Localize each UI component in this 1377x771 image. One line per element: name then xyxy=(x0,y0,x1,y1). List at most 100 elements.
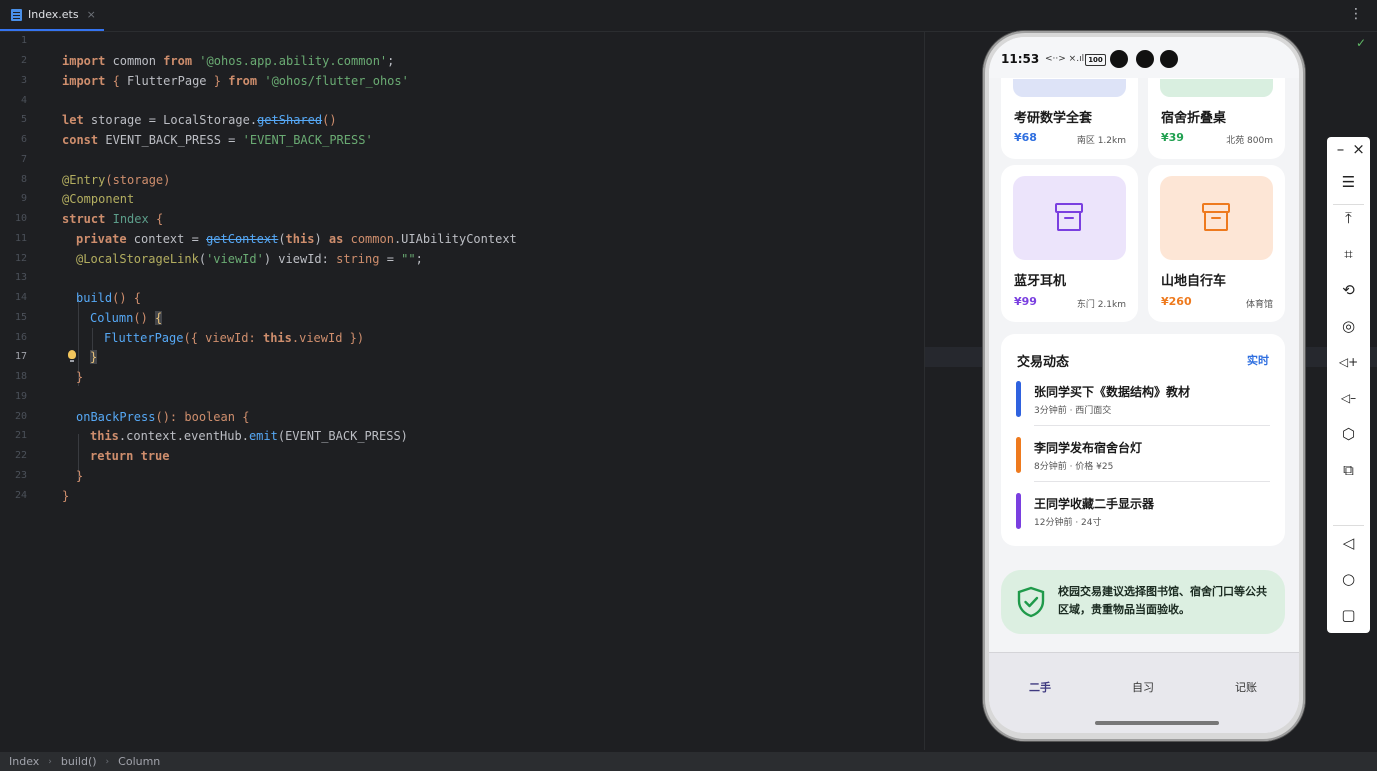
goods-name: 考研数学全套 xyxy=(1014,111,1093,126)
feed-item-title[interactable]: 张同学买下《数据结构》教材 xyxy=(1034,383,1190,400)
line-number: 21 xyxy=(14,430,27,441)
line-number-active: 17 xyxy=(14,351,27,362)
code-line-18: } xyxy=(76,370,84,384)
line-number: 18 xyxy=(14,371,27,382)
tab-accounting[interactable]: 记账 xyxy=(1235,679,1257,695)
code-line-16: FlutterPage({ viewId: this.viewId }) xyxy=(104,331,365,345)
menu-icon[interactable]: ☰ xyxy=(1338,172,1359,193)
device-frame: 11:53 <··> ×.ıll 100 考研数学全套 ¥68 南区 1.2km… xyxy=(983,31,1305,741)
safety-tip-banner: 校园交易建议选择图书馆、宿舍门口等公共区域，贵重物品当面验收。 xyxy=(1001,570,1285,634)
recent-apps-icon[interactable]: ▢ xyxy=(1338,605,1359,626)
feed-item-marker xyxy=(1016,437,1021,473)
line-number: 24 xyxy=(14,490,27,501)
breadcrumb-item[interactable]: build() xyxy=(61,755,97,768)
code-line-8: @Entry(storage) xyxy=(62,173,171,187)
shield-check-icon xyxy=(1017,586,1045,618)
fold-screen-icon[interactable]: ⧉ xyxy=(1338,460,1359,481)
home-indicator[interactable] xyxy=(1095,721,1219,725)
tab-label: Index.ets xyxy=(28,8,79,21)
close-icon[interactable]: × xyxy=(1348,139,1369,160)
goods-card[interactable]: 山地自行车 ¥260 体育馆 xyxy=(1148,165,1285,322)
line-number: 4 xyxy=(20,95,27,106)
status-time: 11:53 xyxy=(1001,52,1040,66)
screenshot-icon[interactable]: ◎ xyxy=(1338,316,1359,337)
breadcrumb-item[interactable]: Column xyxy=(118,755,160,768)
volume-down-icon[interactable]: ◁– xyxy=(1338,388,1359,409)
chevron-right-icon: › xyxy=(105,756,110,767)
line-number: 11 xyxy=(14,233,27,244)
line-number: 13 xyxy=(14,272,27,283)
feed-item-sub: 12分钟前 · 24寸 xyxy=(1034,518,1102,528)
feed-item-title[interactable]: 李同学发布宿舍台灯 xyxy=(1034,439,1142,456)
goods-card[interactable]: 蓝牙耳机 ¥99 东门 2.1km xyxy=(1001,165,1138,322)
code-line-6: const EVENT_BACK_PRESS = 'EVENT_BACK_PRE… xyxy=(62,133,373,147)
line-number: 8 xyxy=(20,174,27,185)
feed-item-marker xyxy=(1016,493,1021,529)
goods-price: ¥68 xyxy=(1014,131,1037,144)
shake-icon[interactable]: ⬡ xyxy=(1338,424,1359,445)
line-number: 9 xyxy=(20,193,27,204)
divider xyxy=(1034,481,1270,482)
goods-thumbnail xyxy=(1013,79,1126,97)
breadcrumb-item[interactable]: Index xyxy=(9,755,39,768)
volume-up-icon[interactable]: ◁+ xyxy=(1338,352,1359,373)
line-number: 1 xyxy=(20,35,27,46)
goods-name: 山地自行车 xyxy=(1161,274,1227,289)
code-line-11: private context = getContext(this) as co… xyxy=(76,232,517,246)
code-line-24: } xyxy=(62,489,70,503)
line-number: 2 xyxy=(20,55,27,66)
tab-study[interactable]: 自习 xyxy=(1132,679,1154,695)
goods-name: 宿舍折叠桌 xyxy=(1161,111,1227,126)
signal-icons: <··> ×.ıll xyxy=(1045,54,1087,64)
goods-price: ¥39 xyxy=(1161,131,1184,144)
app-content[interactable]: 考研数学全套 ¥68 南区 1.2km 宿舍折叠桌 ¥39 北苑 800m 蓝牙… xyxy=(989,37,1299,652)
camera-cutout-icon xyxy=(1160,50,1178,68)
code-line-3: import { FlutterPage } from '@ohos/flutt… xyxy=(62,74,409,88)
intention-bulb-icon[interactable] xyxy=(67,350,77,364)
line-number: 20 xyxy=(14,411,27,422)
file-icon xyxy=(11,8,22,21)
editor-tab-bar: Index.ets × ⋮ xyxy=(0,0,1377,32)
chevron-right-icon: › xyxy=(48,756,52,767)
more-options-icon[interactable]: ⋮ xyxy=(1349,6,1363,22)
goods-location: 北苑 800m xyxy=(1226,136,1273,146)
goods-thumbnail xyxy=(1160,176,1273,260)
line-number: 16 xyxy=(14,332,27,343)
bottom-tab-bar: 二手 自习 记账 xyxy=(989,652,1299,733)
goods-location: 东门 2.1km xyxy=(1076,300,1126,310)
code-text: import common from '@ohos.app.ability.co… xyxy=(62,32,517,503)
line-number: 5 xyxy=(20,114,27,125)
divider xyxy=(1333,204,1364,205)
code-editor[interactable]: 1 2 3 4 5 6 7 8 9 10 11 12 13 14 15 16 1… xyxy=(0,32,924,750)
code-line-15: Column() { xyxy=(90,311,163,325)
line-number: 23 xyxy=(14,470,27,481)
camera-cutout-icon xyxy=(1136,50,1154,68)
rotate-icon[interactable]: ⟲ xyxy=(1338,280,1359,301)
feed-item-marker xyxy=(1016,381,1021,417)
code-line-5: let storage = LocalStorage.getShared() xyxy=(62,113,337,127)
tab-close-icon[interactable]: × xyxy=(87,8,96,21)
crop-icon[interactable]: ⌗ xyxy=(1338,244,1359,265)
feed-item-title[interactable]: 王同学收藏二手显示器 xyxy=(1034,495,1154,512)
line-number: 6 xyxy=(20,134,27,145)
feed-live-link[interactable]: 实时 xyxy=(1247,352,1269,368)
goods-name: 蓝牙耳机 xyxy=(1014,274,1067,289)
goods-location: 南区 1.2km xyxy=(1076,136,1126,146)
pin-to-top-icon[interactable]: ⤒ xyxy=(1338,208,1359,229)
goods-price: ¥99 xyxy=(1014,295,1037,308)
tab-index-ets[interactable]: Index.ets × xyxy=(0,0,104,31)
tab-second-hand[interactable]: 二手 xyxy=(1029,679,1051,695)
goods-thumbnail xyxy=(1013,176,1126,260)
back-icon[interactable]: ◁ xyxy=(1338,533,1359,554)
divider xyxy=(1333,525,1364,526)
code-line-23: } xyxy=(76,469,84,483)
inspection-ok-icon[interactable]: ✓ xyxy=(1356,36,1366,50)
code-line-12: @LocalStorageLink('viewId') viewId: stri… xyxy=(76,252,423,266)
device-screen[interactable]: 11:53 <··> ×.ıll 100 考研数学全套 ¥68 南区 1.2km… xyxy=(989,37,1299,733)
home-icon[interactable]: ○ xyxy=(1338,569,1359,590)
line-number: 14 xyxy=(14,292,27,303)
editor-splitter[interactable] xyxy=(924,32,925,750)
line-number: 19 xyxy=(14,391,27,402)
feed-item-sub: 3分钟前 · 西门面交 xyxy=(1034,406,1112,416)
code-line-2: import common from '@ohos.app.ability.co… xyxy=(62,54,395,68)
